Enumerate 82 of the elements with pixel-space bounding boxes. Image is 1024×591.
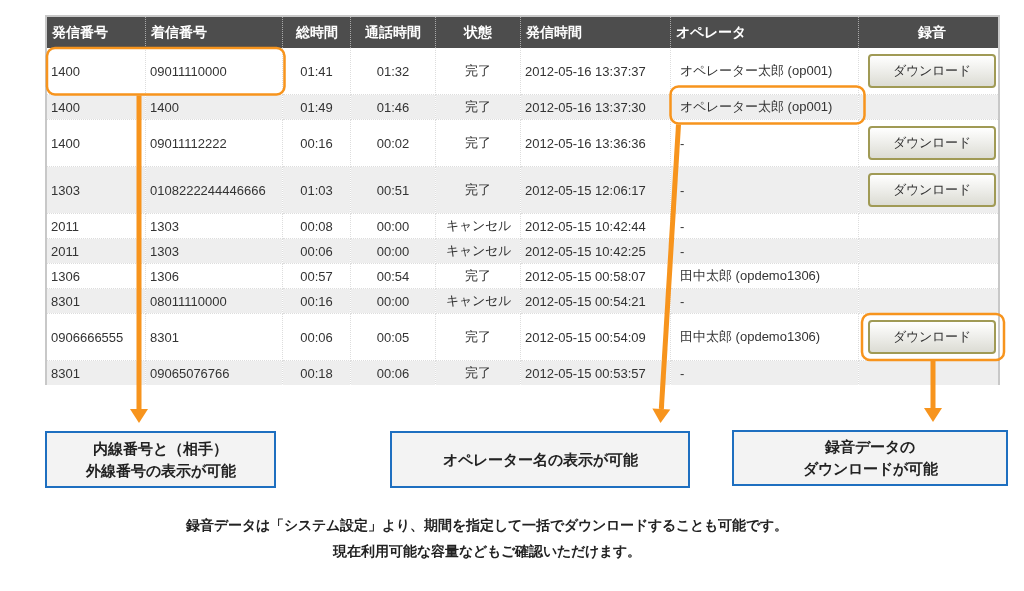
column-header: 発信番号 <box>47 17 146 48</box>
table-cell: 8301 <box>145 313 283 361</box>
table-cell: - <box>670 360 859 385</box>
table-cell: 1400 <box>47 48 146 95</box>
note-text: 現在利用可能な容量などもご確認いただけます。 <box>333 542 641 561</box>
download-button[interactable]: ダウンロード <box>868 126 996 160</box>
table-cell: 00:02 <box>350 119 436 167</box>
column-header: 発信時間 <box>520 17 671 48</box>
table-cell: 00:05 <box>350 313 436 361</box>
download-button[interactable]: ダウンロード <box>868 320 996 354</box>
column-header: オペレータ <box>670 17 859 48</box>
table-cell: 01:32 <box>350 48 436 95</box>
table-cell: 1303 <box>47 166 146 214</box>
table-cell: キャンセル <box>435 288 521 314</box>
table-cell: - <box>670 238 859 264</box>
table-cell: - <box>670 166 859 214</box>
table-cell: 00:00 <box>350 288 436 314</box>
table-cell: 2012-05-16 13:37:37 <box>520 48 671 95</box>
table-cell: 09011112222 <box>145 119 283 167</box>
table-cell: 00:57 <box>282 263 351 289</box>
table-cell: 01:03 <box>282 166 351 214</box>
table-cell: 2012-05-16 13:37:30 <box>520 94 671 120</box>
table-cell: - <box>670 119 859 167</box>
table-cell: オペレーター太郎 (op001) <box>670 94 859 120</box>
table-cell: 完了 <box>435 166 521 214</box>
download-button[interactable]: ダウンロード <box>868 173 996 207</box>
callout-box: オペレーター名の表示が可能 <box>390 431 690 488</box>
table-cell: 完了 <box>435 48 521 95</box>
table-cell: 完了 <box>435 119 521 167</box>
callout-box: 内線番号と（相手） 外線番号の表示が可能 <box>45 431 276 488</box>
table-cell: キャンセル <box>435 238 521 264</box>
table-cell: 1306 <box>145 263 283 289</box>
table-cell: 00:06 <box>282 238 351 264</box>
column-header: 総時間 <box>282 17 351 48</box>
table-cell: 1400 <box>47 119 146 167</box>
table-cell: 00:00 <box>350 238 436 264</box>
table-cell: 01:46 <box>350 94 436 120</box>
table-cell: 2012-05-15 12:06:17 <box>520 166 671 214</box>
table-cell: 09065076766 <box>145 360 283 385</box>
table-cell: 2011 <box>47 213 146 239</box>
table-cell: 1303 <box>145 213 283 239</box>
callout-box: 録音データの ダウンロードが可能 <box>732 430 1008 486</box>
column-header: 着信番号 <box>145 17 283 48</box>
table-cell: 2012-05-15 10:42:25 <box>520 238 671 264</box>
table-cell: 00:00 <box>350 213 436 239</box>
table-cell: 0108222244446666 <box>145 166 283 214</box>
table-cell: 完了 <box>435 360 521 385</box>
table-cell: 完了 <box>435 94 521 120</box>
table-cell: 2012-05-15 10:42:44 <box>520 213 671 239</box>
table-cell: 01:41 <box>282 48 351 95</box>
table-cell: 00:08 <box>282 213 351 239</box>
table-cell: 完了 <box>435 263 521 289</box>
table-cell: 1400 <box>145 94 283 120</box>
table-cell: 01:49 <box>282 94 351 120</box>
column-header: 状態 <box>435 17 521 48</box>
column-header: 録音 <box>858 17 998 48</box>
table-cell: 00:16 <box>282 119 351 167</box>
table-cell: 完了 <box>435 313 521 361</box>
download-button[interactable]: ダウンロード <box>868 54 996 88</box>
table-cell: 00:51 <box>350 166 436 214</box>
table-cell: 00:54 <box>350 263 436 289</box>
table-cell: 田中太郎 (opdemo1306) <box>670 313 859 361</box>
table-cell: 09011110000 <box>145 48 283 95</box>
table-cell: 00:06 <box>282 313 351 361</box>
column-header: 通話時間 <box>350 17 436 48</box>
table-cell: 00:16 <box>282 288 351 314</box>
table-cell: 田中太郎 (opdemo1306) <box>670 263 859 289</box>
table-cell: 2012-05-15 00:58:07 <box>520 263 671 289</box>
table-cell: 1303 <box>145 238 283 264</box>
table-cell: 00:18 <box>282 360 351 385</box>
table-cell: 0906666555 <box>47 313 146 361</box>
note-text: 録音データは「システム設定」より、期間を指定して一括でダウンロードすることも可能です。 <box>186 516 788 535</box>
table-cell: 08011110000 <box>145 288 283 314</box>
table-cell: オペレーター太郎 (op001) <box>670 48 859 95</box>
table-cell: 00:06 <box>350 360 436 385</box>
table-cell: 2012-05-15 00:54:09 <box>520 313 671 361</box>
table-cell: 1306 <box>47 263 146 289</box>
table-cell: 2012-05-16 13:36:36 <box>520 119 671 167</box>
table-cell: - <box>670 288 859 314</box>
table-cell: - <box>670 213 859 239</box>
arrow <box>924 361 942 422</box>
table-cell: キャンセル <box>435 213 521 239</box>
